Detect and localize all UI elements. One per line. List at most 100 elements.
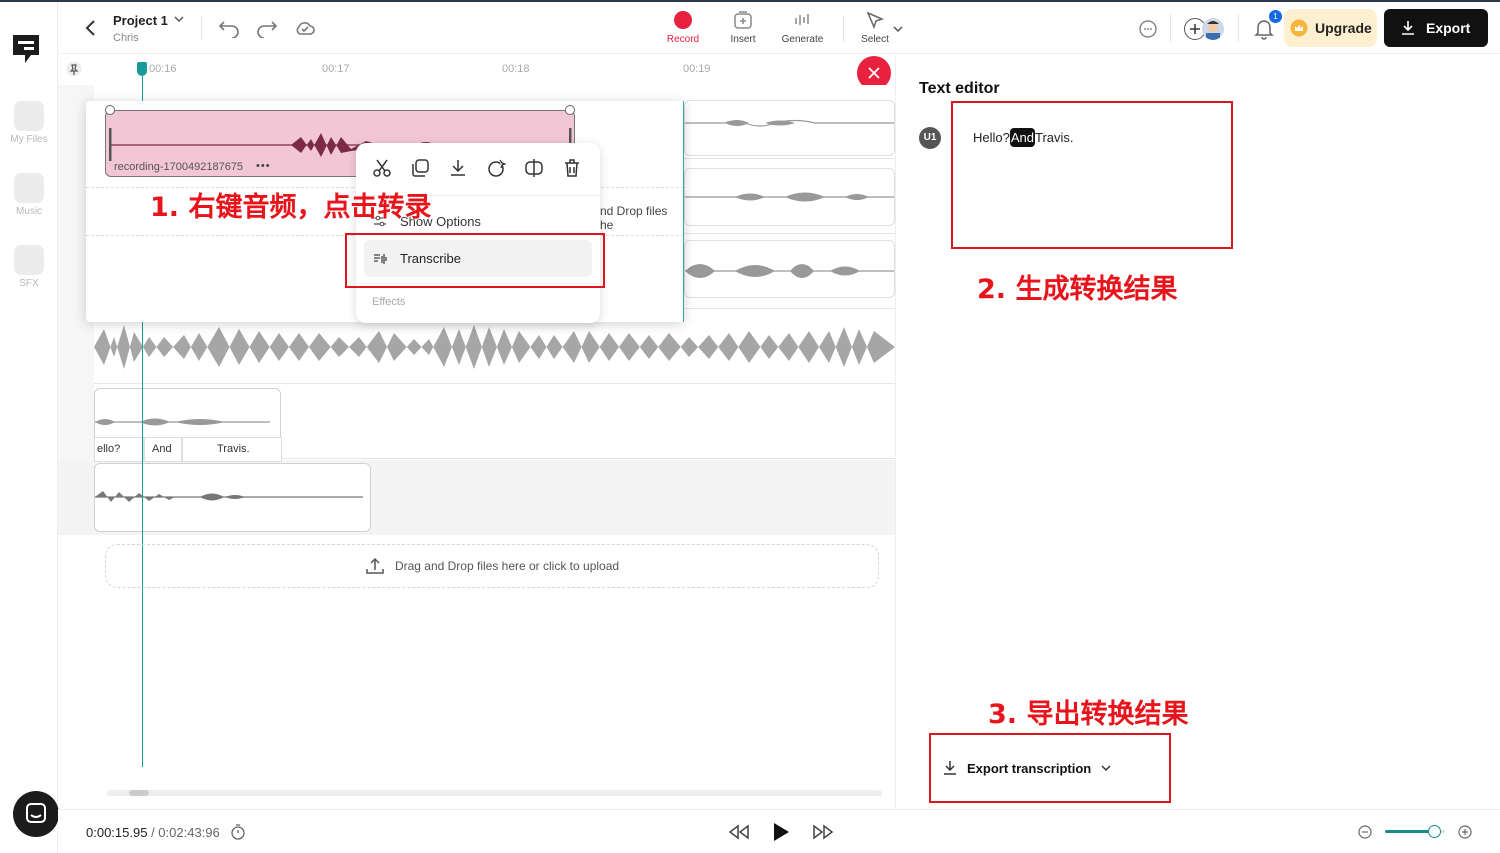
select-label: Select bbox=[861, 34, 889, 45]
header-divider bbox=[201, 16, 202, 40]
split-icon[interactable] bbox=[524, 158, 544, 183]
notifications-bell-icon[interactable] bbox=[1254, 18, 1274, 45]
audio-clip[interactable] bbox=[684, 168, 895, 226]
scrollbar-thumb[interactable] bbox=[129, 790, 149, 796]
zoom-slider-fill bbox=[1385, 830, 1435, 833]
total-time: 0:02:43:96 bbox=[158, 825, 220, 840]
annotation-step-1: 1. 右键音频，点击转录 bbox=[150, 192, 432, 223]
ruler-tick: 00:19 bbox=[683, 63, 711, 75]
annotation-box-transcribe bbox=[345, 233, 605, 288]
play-icon[interactable] bbox=[772, 822, 790, 847]
record-label: Record bbox=[666, 34, 700, 45]
zoom-slider[interactable] bbox=[1385, 825, 1445, 838]
annotation-box-transcript bbox=[951, 101, 1233, 249]
annotation-box-export bbox=[929, 733, 1171, 803]
audio-clip[interactable] bbox=[94, 317, 895, 377]
export-label: Export bbox=[1426, 20, 1471, 36]
waveform bbox=[95, 418, 270, 426]
audio-clip[interactable] bbox=[94, 463, 371, 532]
rail-my-files[interactable]: My Files bbox=[0, 101, 58, 145]
rewind-icon[interactable] bbox=[728, 823, 750, 846]
rail-sfx-label: SFX bbox=[19, 278, 39, 289]
plus-icon bbox=[1190, 24, 1200, 34]
download-icon[interactable] bbox=[448, 158, 468, 183]
crown-icon bbox=[1290, 19, 1308, 37]
generate-label: Generate bbox=[781, 34, 824, 45]
time-separator: / bbox=[147, 825, 159, 840]
magic-wand-icon bbox=[14, 245, 44, 275]
audio-clip[interactable] bbox=[684, 240, 895, 298]
ruler-tick: 00:16 bbox=[149, 63, 177, 75]
effects-section-label: Effects bbox=[372, 296, 406, 308]
project-dropdown-chevron-icon[interactable] bbox=[173, 12, 185, 30]
zoom-out-icon[interactable] bbox=[1358, 825, 1372, 844]
text-editor-title: Text editor bbox=[919, 80, 1000, 97]
cut-icon[interactable] bbox=[372, 158, 392, 183]
waveform bbox=[94, 325, 895, 369]
left-rail: My Files Music SFX bbox=[0, 2, 59, 853]
duplicate-icon[interactable] bbox=[410, 158, 430, 183]
generate-waveform-icon bbox=[794, 14, 809, 25]
generate-button[interactable]: Generate bbox=[775, 10, 830, 45]
transcript-word-chip[interactable]: And bbox=[144, 437, 182, 462]
ruler-tick: 00:17 bbox=[322, 63, 350, 75]
rail-music-label: Music bbox=[15, 206, 43, 217]
cloud-sync-icon[interactable] bbox=[294, 18, 316, 43]
pin-icon[interactable] bbox=[66, 61, 82, 82]
back-chevron-icon[interactable] bbox=[84, 18, 98, 43]
playhead-handle[interactable] bbox=[137, 62, 147, 76]
transcript-word-chip[interactable]: ello? bbox=[94, 437, 144, 462]
annotation-step-2: 2. 生成转换结果 bbox=[977, 274, 1178, 305]
timeline-scrollbar[interactable] bbox=[107, 790, 882, 796]
trim-handle-right[interactable] bbox=[565, 105, 575, 115]
app-logo-icon[interactable] bbox=[10, 32, 42, 71]
insert-button[interactable]: Insert bbox=[718, 10, 768, 45]
project-owner: Chris bbox=[113, 32, 139, 44]
header-divider bbox=[1170, 14, 1171, 42]
insert-label: Insert bbox=[730, 34, 756, 45]
waveform bbox=[685, 192, 894, 202]
ruler-tick: 00:18 bbox=[502, 63, 530, 75]
clip-name: recording-1700492187675 bbox=[114, 161, 244, 173]
current-time: 0:00:15.95 bbox=[86, 825, 148, 840]
audio-clip[interactable] bbox=[684, 100, 895, 156]
notification-count-badge: 1 bbox=[1269, 10, 1282, 23]
dropzone-text: Drag and Drop files here or click to upl… bbox=[394, 559, 620, 573]
export-button[interactable]: Export bbox=[1384, 9, 1488, 47]
clip-more-menu[interactable]: ••• bbox=[256, 160, 271, 172]
header-divider bbox=[1238, 14, 1239, 42]
rail-my-files-label: My Files bbox=[10, 134, 48, 145]
record-button[interactable]: Record bbox=[658, 10, 708, 45]
trim-handle-left[interactable] bbox=[105, 105, 115, 115]
fast-forward-icon[interactable] bbox=[812, 823, 834, 846]
avatar[interactable] bbox=[1202, 18, 1224, 40]
timeline-ruler[interactable]: 00:16 00:17 00:18 00:19 bbox=[58, 55, 895, 90]
zoom-slider-knob[interactable] bbox=[1428, 825, 1442, 838]
select-tool-button[interactable]: Select bbox=[855, 10, 895, 45]
close-icon bbox=[868, 67, 880, 79]
chat-support-button[interactable] bbox=[13, 791, 59, 837]
upgrade-button[interactable]: Upgrade bbox=[1284, 9, 1377, 47]
record-dot-icon bbox=[674, 11, 692, 29]
select-dropdown-chevron-icon[interactable] bbox=[892, 22, 904, 40]
file-icon bbox=[14, 101, 44, 131]
download-icon bbox=[1402, 21, 1414, 35]
transcript-word-chip[interactable]: Travis. bbox=[182, 437, 282, 462]
user-avatar-icon bbox=[1206, 21, 1220, 40]
upload-dropzone[interactable]: Drag and Drop files here or click to upl… bbox=[105, 544, 879, 588]
upgrade-label: Upgrade bbox=[1315, 20, 1372, 36]
trash-icon[interactable] bbox=[562, 158, 582, 183]
project-title[interactable]: Project 1 bbox=[113, 13, 168, 28]
rail-music[interactable]: Music bbox=[0, 173, 58, 217]
magic-effect-icon[interactable] bbox=[486, 158, 507, 183]
timer-icon[interactable] bbox=[230, 824, 246, 845]
waveform bbox=[685, 264, 894, 278]
zoom-in-icon[interactable] bbox=[1458, 825, 1472, 844]
speaker-badge[interactable]: U1 bbox=[919, 127, 941, 149]
chat-icon bbox=[26, 803, 46, 823]
upload-icon bbox=[366, 557, 384, 574]
redo-icon[interactable] bbox=[256, 18, 278, 43]
rail-sfx[interactable]: SFX bbox=[0, 245, 58, 289]
comments-icon[interactable] bbox=[1138, 19, 1158, 44]
undo-icon[interactable] bbox=[218, 18, 240, 43]
